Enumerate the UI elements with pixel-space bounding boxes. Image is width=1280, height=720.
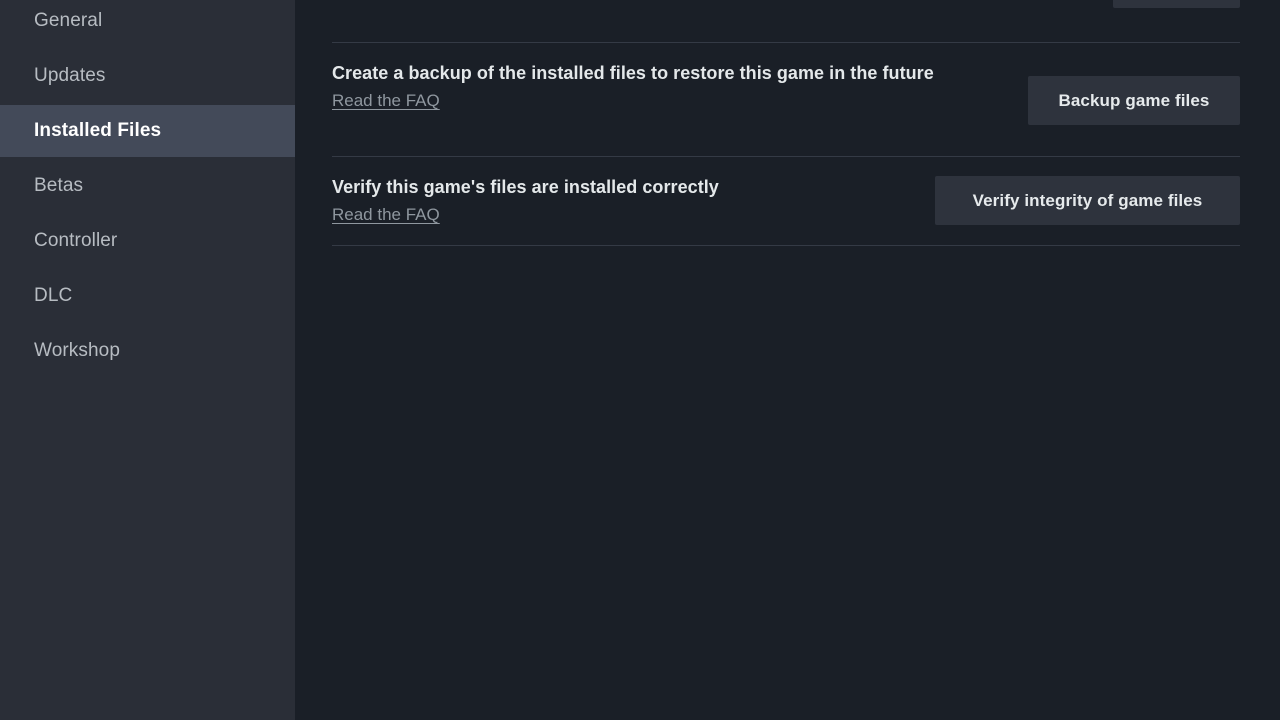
divider-top [332,42,1240,43]
backup-row-text: Create a backup of the installed files t… [332,60,992,112]
properties-sidebar: General Updates Installed Files Betas Co… [0,0,295,720]
verify-faq-link[interactable]: Read the FAQ [332,203,440,226]
divider-middle [332,156,1240,157]
sidebar-item-general[interactable]: General [0,0,295,47]
sidebar-item-workshop[interactable]: Workshop [0,325,295,377]
verify-integrity-button[interactable]: Verify integrity of game files [935,176,1240,225]
divider-bottom [332,245,1240,246]
sidebar-item-label: DLC [34,285,73,306]
verify-row-title: Verify this game's files are installed c… [332,177,719,197]
sidebar-item-betas[interactable]: Betas [0,160,295,212]
backup-row-title: Create a backup of the installed files t… [332,63,934,83]
sidebar-item-dlc[interactable]: DLC [0,270,295,322]
game-properties-window: General Updates Installed Files Betas Co… [0,0,1280,720]
verify-row-text: Verify this game's files are installed c… [332,174,912,226]
sidebar-item-label: Updates [34,65,106,86]
backup-faq-link[interactable]: Read the FAQ [332,89,440,112]
sidebar-item-label: Workshop [34,340,120,361]
sidebar-item-label: Installed Files [34,120,162,141]
installed-files-panel: Create a backup of the installed files t… [295,0,1280,720]
offscreen-action-button[interactable] [1113,0,1240,8]
sidebar-item-label: General [34,10,103,31]
sidebar-item-updates[interactable]: Updates [0,50,295,102]
sidebar-item-controller[interactable]: Controller [0,215,295,267]
sidebar-item-installed-files[interactable]: Installed Files [0,105,295,157]
sidebar-item-label: Controller [34,230,118,251]
backup-game-files-button[interactable]: Backup game files [1028,76,1240,125]
sidebar-item-label: Betas [34,175,84,196]
